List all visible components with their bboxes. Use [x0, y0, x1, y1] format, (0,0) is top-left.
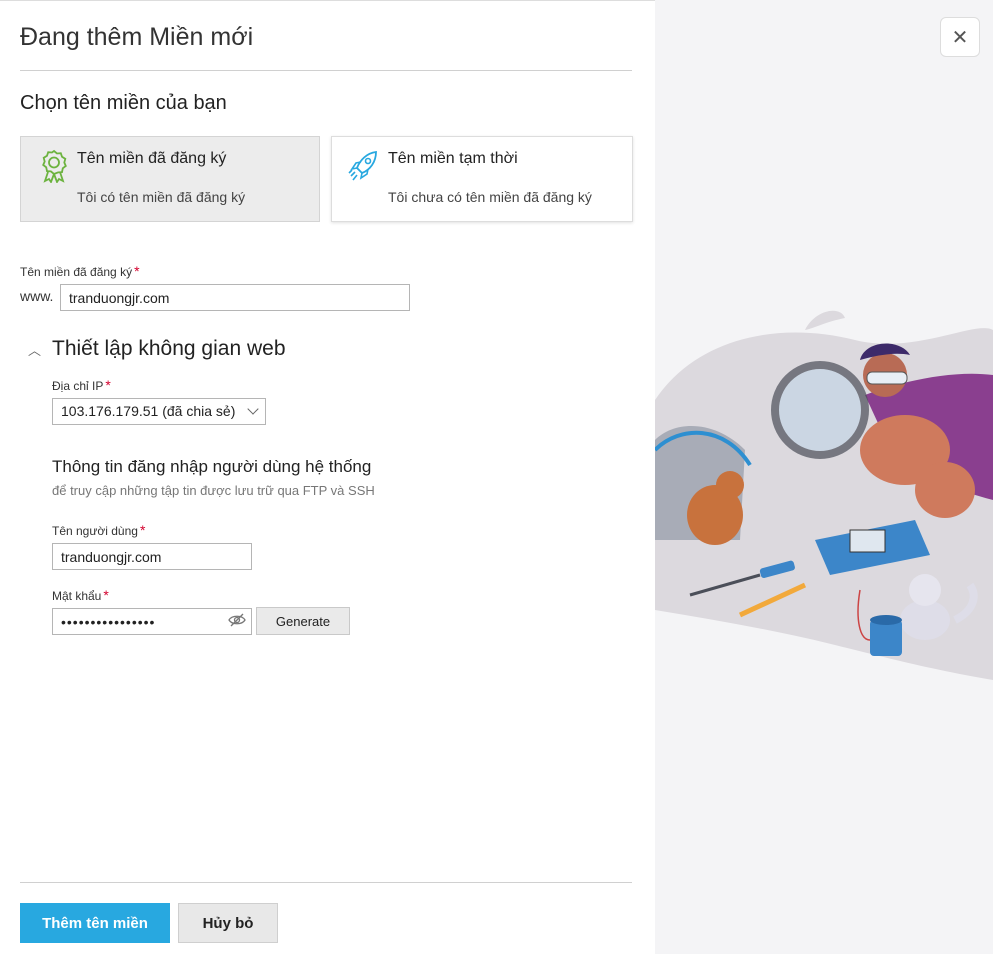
required-mark: *	[105, 377, 111, 393]
option-description: Tôi có tên miền đã đăng ký	[77, 189, 246, 205]
required-mark: *	[134, 263, 140, 279]
domain-name-input[interactable]	[60, 284, 410, 311]
eye-slash-icon[interactable]	[228, 613, 246, 627]
webspace-heading: Thiết lập không gian web	[52, 337, 286, 360]
required-mark: *	[139, 522, 146, 538]
login-subheading: để truy cập những tập tin được lưu trữ q…	[52, 483, 375, 498]
illustration-image	[655, 310, 993, 680]
close-button[interactable]: ✕	[940, 17, 980, 57]
domain-choice-heading: Chọn tên miền của bạn	[20, 92, 227, 114]
password-label-text: Mật khẩu	[52, 589, 102, 603]
option-name: Tên miền tạm thời	[388, 150, 518, 167]
award-badge-icon	[42, 149, 67, 183]
registered-domain-label: Tên miền đã đăng ký *	[20, 263, 140, 279]
login-heading: Thông tin đăng nhập người dùng hệ thống	[52, 457, 372, 476]
ip-selected-value: 103.176.179.51 (đã chia sẻ)	[61, 403, 236, 419]
username-label-text: Tên người dùng	[52, 524, 138, 538]
option-name: Tên miền đã đăng ký	[77, 150, 227, 167]
option-registered-domain[interactable]: Tên miền đã đăng ký Tôi có tên miền đã đ…	[20, 136, 320, 222]
username-input[interactable]	[52, 543, 252, 570]
ip-label: Địa chỉ IP *	[52, 377, 111, 393]
generate-password-button[interactable]: Generate	[256, 607, 350, 635]
registered-domain-label-text: Tên miền đã đăng ký	[20, 265, 133, 279]
cancel-button[interactable]: Hủy bỏ	[178, 903, 278, 943]
add-domain-button[interactable]: Thêm tên miền	[20, 903, 170, 943]
password-label: Mật khẩu *	[52, 587, 109, 603]
close-icon: ✕	[951, 26, 969, 49]
ip-address-select[interactable]: 103.176.179.51 (đã chia sẻ)	[52, 398, 266, 425]
chevron-up-icon: ︿	[28, 342, 42, 358]
option-temporary-domain[interactable]: Tên miền tạm thời Tôi chưa có tên miền đ…	[331, 136, 633, 222]
www-prefix: www.	[20, 288, 54, 304]
footer-divider	[20, 882, 632, 883]
dialog-title: Đang thêm Miền mới	[20, 23, 254, 51]
rocket-icon	[348, 150, 377, 181]
chevron-down-icon	[247, 403, 259, 415]
username-label: Tên người dùng *	[52, 522, 145, 538]
required-mark: *	[103, 587, 109, 603]
password-input[interactable]	[52, 608, 252, 635]
option-description: Tôi chưa có tên miền đã đăng ký	[388, 189, 592, 205]
add-domain-dialog: Đang thêm Miền mới Chọn tên miền của bạn…	[0, 0, 655, 954]
webspace-section-toggle[interactable]: ︿ Thiết lập không gian web	[28, 337, 286, 361]
ip-label-text: Địa chỉ IP	[52, 379, 104, 393]
title-divider	[20, 70, 632, 71]
